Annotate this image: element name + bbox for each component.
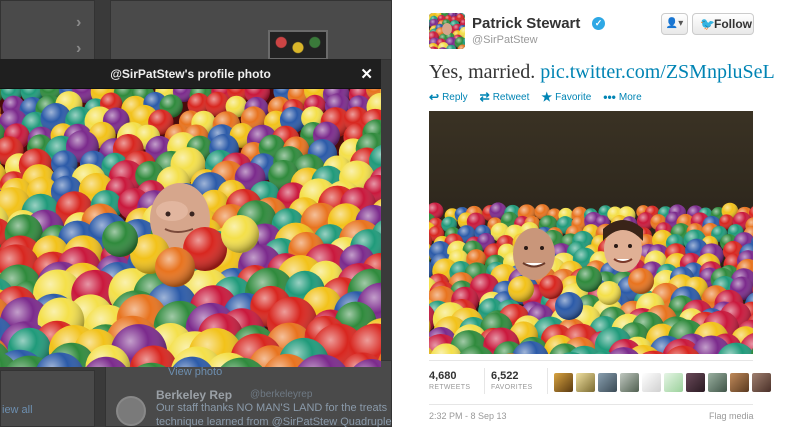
favorite-label: Favorite xyxy=(555,91,592,103)
avatar-image xyxy=(429,13,465,49)
favoriter-avatar[interactable] xyxy=(708,373,727,392)
author-avatar[interactable] xyxy=(429,13,465,49)
tweet-actions: ↩ Reply ⇄ Retweet ★ Favorite ••• More xyxy=(429,90,642,104)
reply-label: Reply xyxy=(442,91,468,103)
favorite-button[interactable]: ★ Favorite xyxy=(541,90,591,104)
bg-thumbnail xyxy=(268,30,328,60)
user-actions-button[interactable]: 👤▾ xyxy=(661,13,688,35)
view-photo-link[interactable]: View photo xyxy=(168,366,222,378)
profile-photo-title: @SirPatStew's profile photo xyxy=(110,66,271,81)
reply-icon: ↩ xyxy=(429,90,440,104)
bg-tweet-text: technique learned from @SirPatStew Quadr… xyxy=(156,416,392,427)
favorites-label: FAVORITES xyxy=(491,384,533,391)
tweet-timestamp[interactable]: 2:32 PM - 8 Sep 13 xyxy=(429,411,507,421)
ball-shade xyxy=(597,281,621,305)
user-icon: 👤▾ xyxy=(665,18,684,29)
ball-shade xyxy=(628,268,654,294)
chevron-right-icon: › xyxy=(76,40,82,57)
bg-tweet-author: Berkeley Rep xyxy=(156,388,233,402)
divider xyxy=(429,404,753,405)
berkeley-rep-avatar xyxy=(116,396,146,426)
favoriter-avatar[interactable] xyxy=(686,373,705,392)
bg-card xyxy=(0,370,95,427)
profile-photo xyxy=(0,89,381,367)
ball-shade xyxy=(555,292,583,320)
flag-media-link[interactable]: Flag media xyxy=(709,411,754,421)
more-label: More xyxy=(618,91,642,103)
ball-shade xyxy=(539,275,563,299)
more-dots-icon: ••• xyxy=(603,90,616,104)
bg-card xyxy=(110,0,392,60)
author-handle[interactable]: @SirPatStew xyxy=(472,34,538,46)
favoriter-avatar[interactable] xyxy=(642,373,661,392)
favoriter-avatar[interactable] xyxy=(664,373,683,392)
more-button[interactable]: ••• More xyxy=(603,90,641,104)
bg-tweet-text: Our staff thanks NO MAN'S LAND for the t… xyxy=(156,402,388,414)
favoriters-avatars xyxy=(554,373,771,392)
favorites-count: 6,522 xyxy=(491,370,519,382)
favoriter-avatar[interactable] xyxy=(554,373,573,392)
ball-shade xyxy=(221,215,259,253)
verified-badge-icon: ✓ xyxy=(592,17,605,30)
face xyxy=(603,220,643,272)
retweet-label: Retweet xyxy=(492,91,530,103)
favoriter-avatar[interactable] xyxy=(598,373,617,392)
tweet-body: Yes, married. xyxy=(429,61,541,83)
tweet-media-link[interactable]: pic.twitter.com/ZSMnpluSeL xyxy=(540,61,774,83)
tweet-text: Yes, married. pic.twitter.com/ZSMnpluSeL xyxy=(429,61,775,84)
retweets-stat[interactable]: 4,680 RETWEETS xyxy=(429,370,470,391)
follow-button[interactable]: 🐦 Follow xyxy=(692,13,754,35)
author-name[interactable]: Patrick Stewart xyxy=(472,15,580,32)
retweets-count: 4,680 xyxy=(429,370,457,382)
follow-label: Follow xyxy=(714,17,752,31)
divider xyxy=(429,360,753,361)
divider xyxy=(547,368,548,394)
retweets-label: RETWEETS xyxy=(429,384,471,391)
close-icon[interactable]: ✕ xyxy=(360,65,373,83)
favoriter-avatar[interactable] xyxy=(576,373,595,392)
retweet-button[interactable]: ⇄ Retweet xyxy=(480,90,530,104)
reply-button[interactable]: ↩ Reply xyxy=(429,90,468,104)
face xyxy=(513,228,555,280)
retweet-icon: ⇄ xyxy=(479,90,490,104)
ball-pit-photo xyxy=(0,89,381,367)
ball-shade xyxy=(508,276,534,302)
tweet-photo[interactable] xyxy=(429,111,753,354)
chevron-right-icon: › xyxy=(76,14,82,31)
ball-shade xyxy=(102,221,138,257)
divider xyxy=(484,368,485,394)
ball-shade xyxy=(155,247,195,287)
view-all-link[interactable]: iew all xyxy=(2,404,33,416)
favoriter-avatar[interactable] xyxy=(752,373,771,392)
twitter-bird-icon: 🐦 xyxy=(700,17,715,31)
bg-tweet-handle: @berkeleyrep xyxy=(250,389,313,400)
profile-photo-header: @SirPatStew's profile photo ✕ xyxy=(0,59,381,89)
star-icon: ★ xyxy=(541,90,553,104)
favoriter-avatar[interactable] xyxy=(620,373,639,392)
face xyxy=(442,23,452,35)
favorites-stat[interactable]: 6,522 FAVORITES xyxy=(491,370,532,391)
favoriter-avatar[interactable] xyxy=(730,373,749,392)
tweet-panel: Patrick Stewart ✓ @SirPatStew 👤▾ 🐦 Follo… xyxy=(392,0,800,427)
ball-pit-couple-photo xyxy=(429,111,753,354)
